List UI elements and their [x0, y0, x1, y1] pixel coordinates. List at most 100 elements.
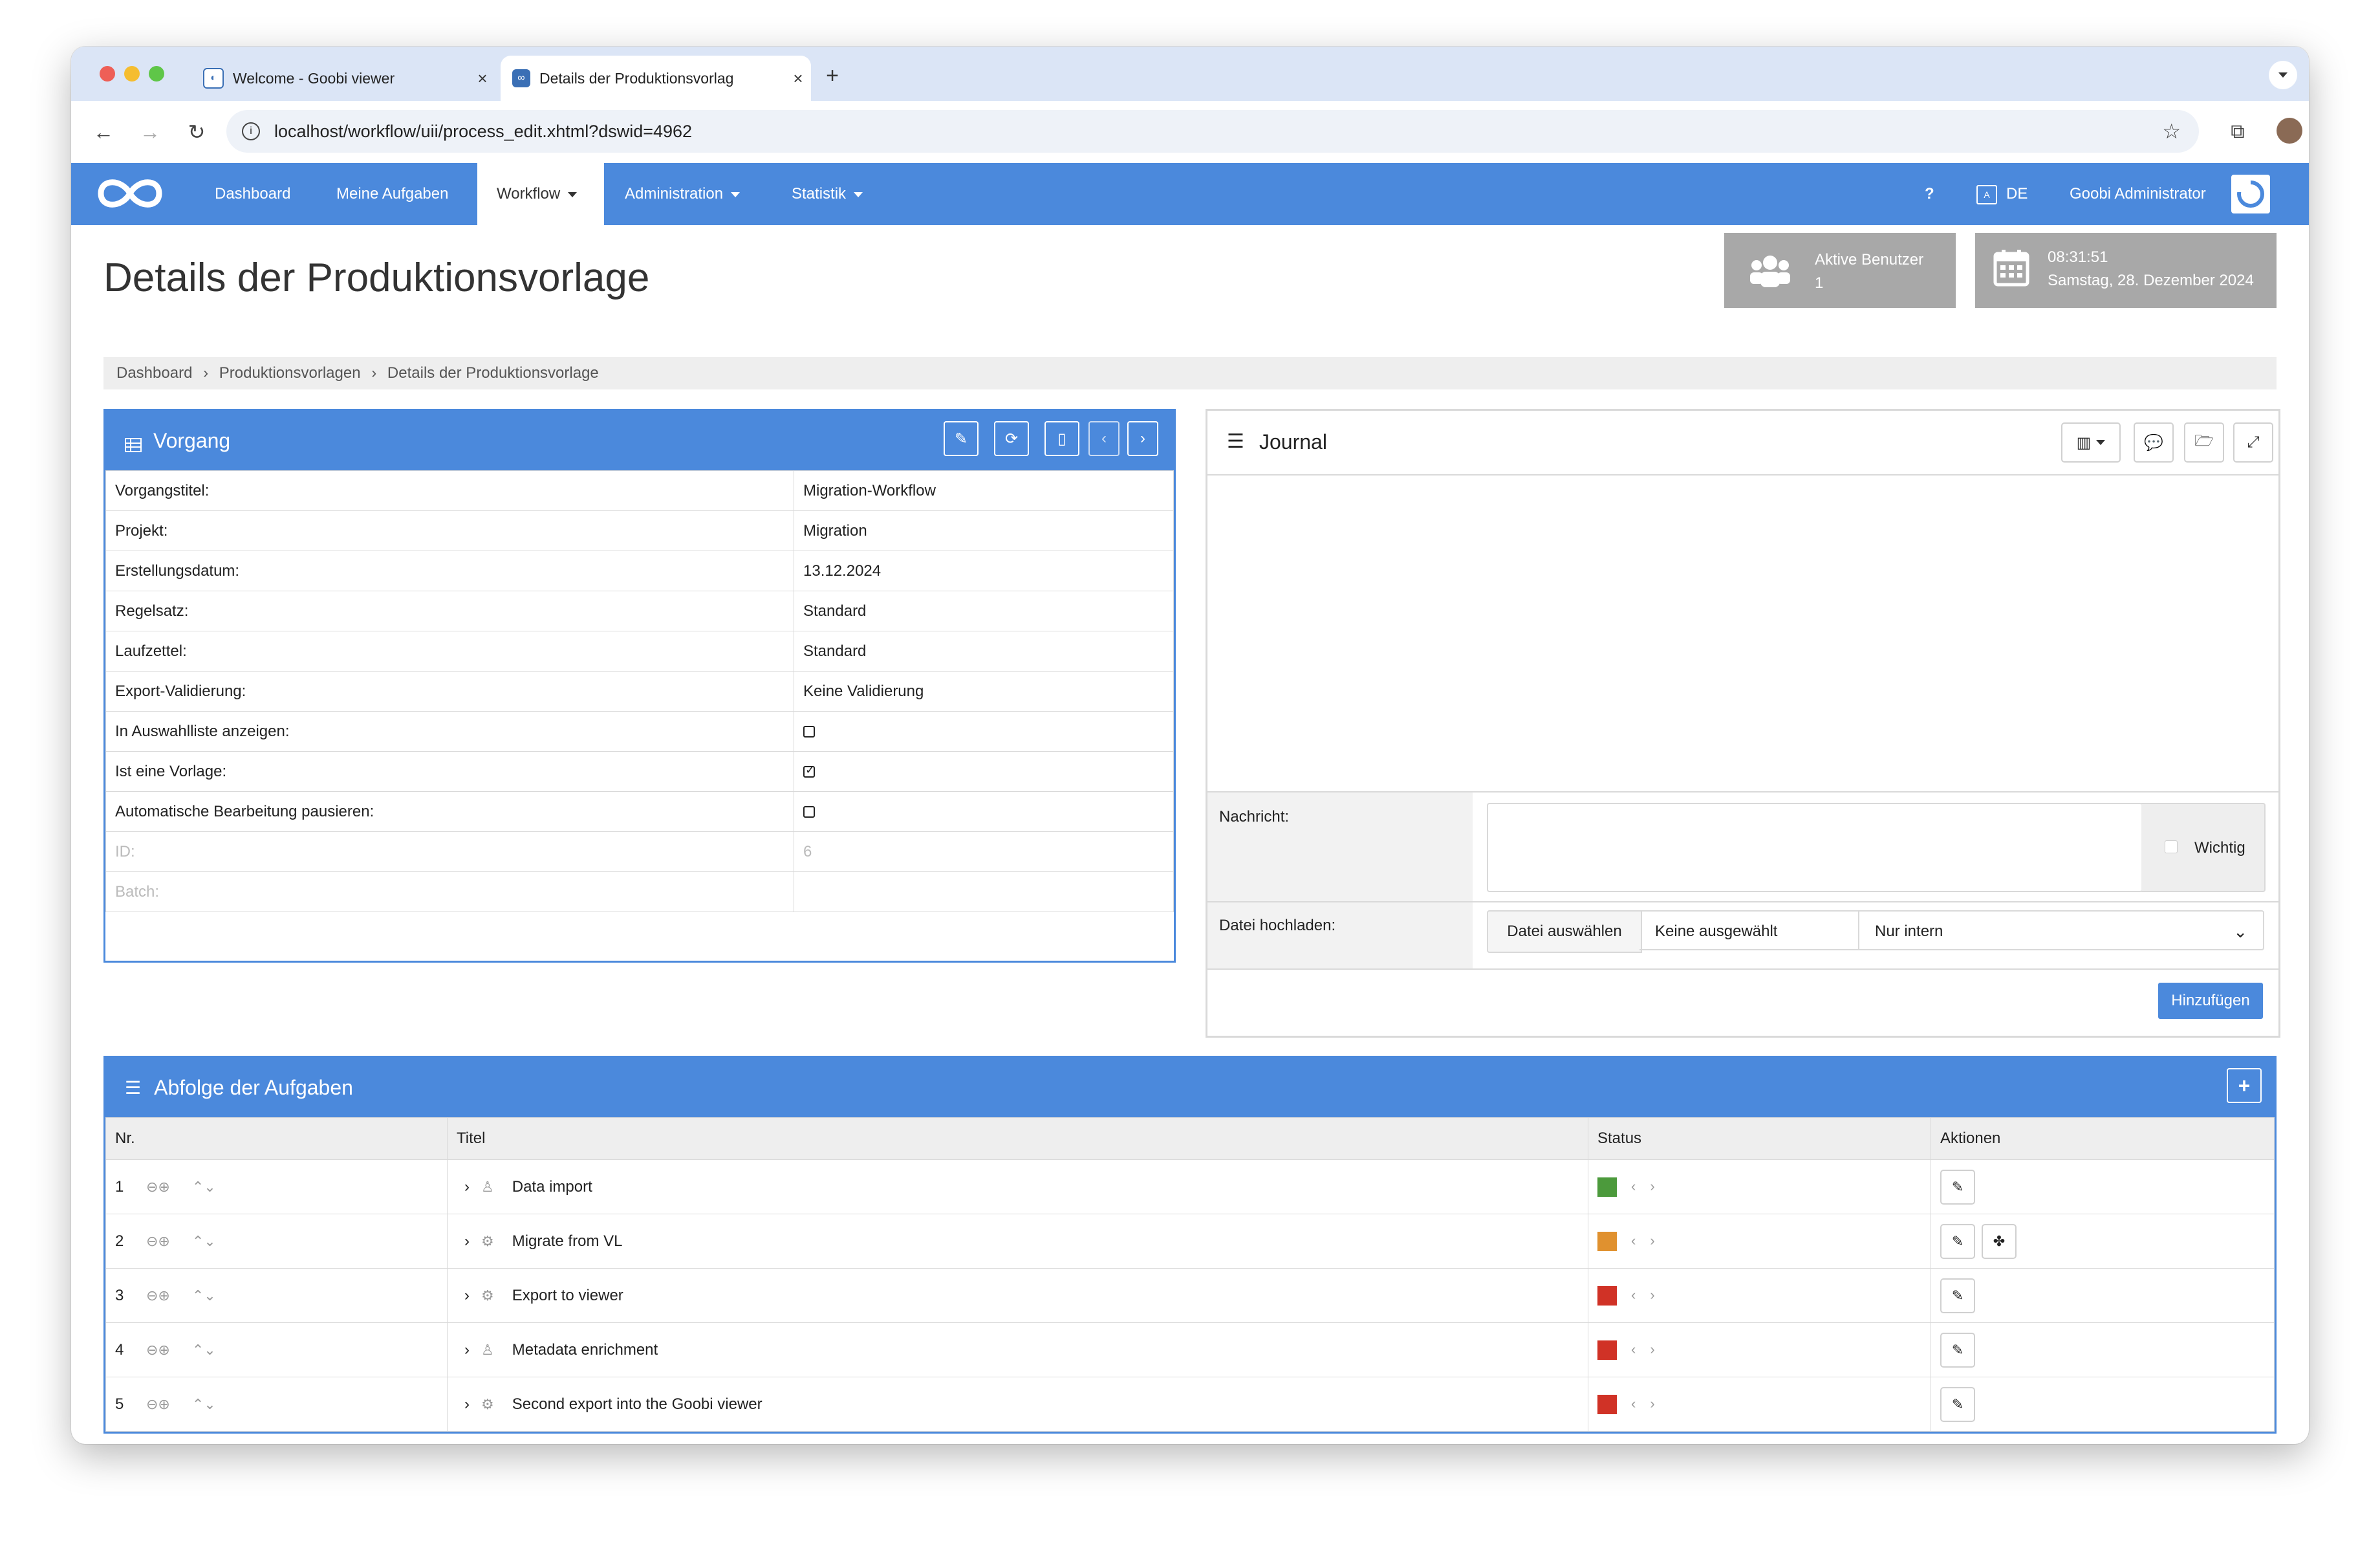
language-switch[interactable]: A DE	[1976, 163, 2028, 225]
edit-task-button[interactable]: ✎	[1940, 1278, 1975, 1313]
nav-administration[interactable]: Administration	[625, 163, 741, 225]
cogs-icon: ⚙	[481, 1287, 494, 1304]
table-row: Laufzettel: Standard	[105, 631, 1174, 672]
table-row: Regelsatz: Standard	[105, 591, 1174, 631]
tab-strip: ◐ Welcome - Goobi viewer × ∞ Details der…	[71, 47, 2309, 101]
address-bar-row: ← → ↻ i localhost/workflow/uii/process_e…	[71, 101, 2309, 164]
profile-avatar[interactable]	[2277, 118, 2302, 144]
comment-button[interactable]: 💬	[2134, 422, 2174, 463]
help-button[interactable]: ?	[1925, 163, 1934, 225]
chevron-right-icon[interactable]: ›	[464, 1178, 470, 1196]
priority-toggle-icon[interactable]: ⊖⊕	[146, 1342, 170, 1358]
expand-button[interactable]: ⤢	[2233, 422, 2273, 463]
chevron-right-icon[interactable]: ›	[464, 1232, 470, 1250]
reload-icon[interactable]: ↻	[180, 115, 213, 149]
table-header-row: Nr. Titel Status Aktionen	[105, 1117, 2275, 1160]
table-row: Batch:	[105, 871, 1174, 912]
message-textarea[interactable]	[1487, 803, 2143, 892]
chevron-right-icon[interactable]: ›	[1650, 1395, 1654, 1412]
users-group-icon	[1749, 252, 1791, 289]
move-up-down-icon[interactable]: ⌃⌄	[192, 1396, 216, 1412]
user-menu[interactable]: Goobi Administrator	[2070, 163, 2206, 225]
nav-statistik[interactable]: Statistik	[792, 163, 863, 225]
close-tab-icon[interactable]: ×	[785, 69, 811, 89]
chevron-left-icon[interactable]: ‹	[1631, 1395, 1636, 1412]
refresh-button[interactable]: ⟳	[994, 421, 1029, 456]
move-up-down-icon[interactable]: ⌃⌄	[192, 1179, 216, 1195]
selected-file-name: Keine ausgewählt	[1639, 910, 1859, 950]
chevron-right-icon[interactable]: ›	[464, 1287, 470, 1304]
chevron-left-icon[interactable]: ‹	[1631, 1341, 1636, 1357]
breadcrumb-produktionsvorlagen[interactable]: Produktionsvorlagen	[219, 364, 361, 382]
table-row: Projekt: Migration	[105, 510, 1174, 551]
table-row: Ist eine Vorlage: ✓	[105, 751, 1174, 792]
important-checkbox[interactable]	[2165, 840, 2178, 853]
clock-time: 08:31:51	[2048, 248, 2108, 266]
move-up-down-icon[interactable]: ⌃⌄	[192, 1342, 216, 1358]
goobi-viewer-favicon-icon: ◐	[203, 68, 224, 89]
edit-task-button[interactable]: ✎	[1940, 1169, 1975, 1205]
choose-file-button[interactable]: Datei auswählen	[1487, 910, 1642, 953]
important-toggle[interactable]: Wichtig	[2141, 803, 2266, 892]
back-arrow-icon[interactable]: ←	[87, 115, 120, 149]
goobi-logo-icon[interactable]	[96, 172, 164, 215]
plugin-button[interactable]: ✤	[1982, 1223, 2017, 1259]
next-button[interactable]: ›	[1127, 421, 1158, 456]
chevron-right-icon[interactable]: ›	[1650, 1178, 1654, 1194]
minimize-window-button[interactable]	[124, 66, 140, 82]
move-up-down-icon[interactable]: ⌃⌄	[192, 1233, 216, 1249]
folder-button[interactable]: 🗁	[2184, 422, 2224, 463]
nav-dashboard[interactable]: Dashboard	[215, 163, 290, 225]
chevron-right-icon[interactable]: ›	[464, 1395, 470, 1413]
journal-header: ☰ Journal ▥ 💬 🗁 ⤢	[1207, 411, 2278, 475]
new-tab-icon[interactable]: +	[816, 60, 849, 92]
edit-task-button[interactable]: ✎	[1940, 1223, 1975, 1259]
visibility-select[interactable]: Nur intern ⌄	[1858, 910, 2264, 950]
user-icon: ♙	[481, 1341, 494, 1358]
url-bar[interactable]: i localhost/workflow/uii/process_edit.xh…	[226, 110, 2199, 153]
chevron-down-icon	[2278, 72, 2288, 78]
list-icon: ☰	[125, 1077, 142, 1098]
tasks-table: Nr. Titel Status Aktionen 1 ⊖⊕ ⌃⌄ › ♙ Data i…	[105, 1117, 2275, 1432]
nav-workflow[interactable]: Workflow	[477, 163, 604, 225]
forward-arrow-icon[interactable]: →	[133, 115, 167, 149]
priority-toggle-icon[interactable]: ⊖⊕	[146, 1287, 170, 1304]
priority-toggle-icon[interactable]: ⊖⊕	[146, 1179, 170, 1195]
move-up-down-icon[interactable]: ⌃⌄	[192, 1287, 216, 1304]
document-button[interactable]: ▯	[1044, 421, 1079, 456]
add-entry-button[interactable]: Hinzufügen	[2158, 983, 2263, 1019]
chevron-left-icon[interactable]: ‹	[1631, 1287, 1636, 1303]
add-task-button[interactable]: +	[2227, 1068, 2262, 1103]
previous-button[interactable]: ‹	[1088, 421, 1120, 456]
chevron-right-icon[interactable]: ›	[1650, 1232, 1654, 1249]
chevron-right-icon[interactable]: ›	[464, 1341, 470, 1359]
edit-button[interactable]: ✎	[944, 421, 979, 456]
maximize-window-button[interactable]	[149, 66, 164, 82]
vorgang-table: Vorgangstitel: Migration-Workflow Projekt…	[105, 470, 1174, 912]
chevron-right-icon[interactable]: ›	[1650, 1287, 1654, 1303]
tab-search-button[interactable]	[2269, 61, 2297, 89]
edit-task-button[interactable]: ✎	[1940, 1332, 1975, 1368]
breadcrumb-dashboard[interactable]: Dashboard	[116, 364, 192, 382]
close-window-button[interactable]	[100, 66, 115, 82]
close-tab-icon[interactable]: ×	[470, 69, 495, 89]
chevron-down-icon	[2096, 440, 2106, 445]
chevron-left-icon[interactable]: ‹	[1631, 1178, 1636, 1194]
table-icon	[125, 433, 142, 452]
site-info-icon[interactable]: i	[242, 122, 260, 140]
priority-toggle-icon[interactable]: ⊖⊕	[146, 1396, 170, 1412]
nav-meine-aufgaben[interactable]: Meine Aufgaben	[336, 163, 448, 225]
pencil-icon: ✎	[1951, 1178, 1964, 1195]
columns-dropdown-button[interactable]: ▥	[2061, 422, 2121, 463]
breadcrumb-separator-icon: ›	[203, 364, 209, 382]
table-row: 4 ⊖⊕ ⌃⌄ › ♙ Metadata enrichment ‹ › ✎	[105, 1322, 2275, 1377]
pencil-icon: ✎	[1951, 1341, 1964, 1358]
chevron-right-icon[interactable]: ›	[1650, 1341, 1654, 1357]
bookmark-star-icon[interactable]: ☆	[2162, 119, 2181, 144]
edit-task-button[interactable]: ✎	[1940, 1386, 1975, 1422]
chevron-left-icon[interactable]: ‹	[1631, 1232, 1636, 1249]
priority-toggle-icon[interactable]: ⊖⊕	[146, 1233, 170, 1249]
browser-tab-goobi-viewer[interactable]: ◐ Welcome - Goobi viewer ×	[191, 56, 495, 101]
user-avatar-icon[interactable]	[2231, 175, 2270, 213]
browser-tab-active[interactable]: ∞ Details der Produktionsvorlag ×	[501, 56, 811, 101]
